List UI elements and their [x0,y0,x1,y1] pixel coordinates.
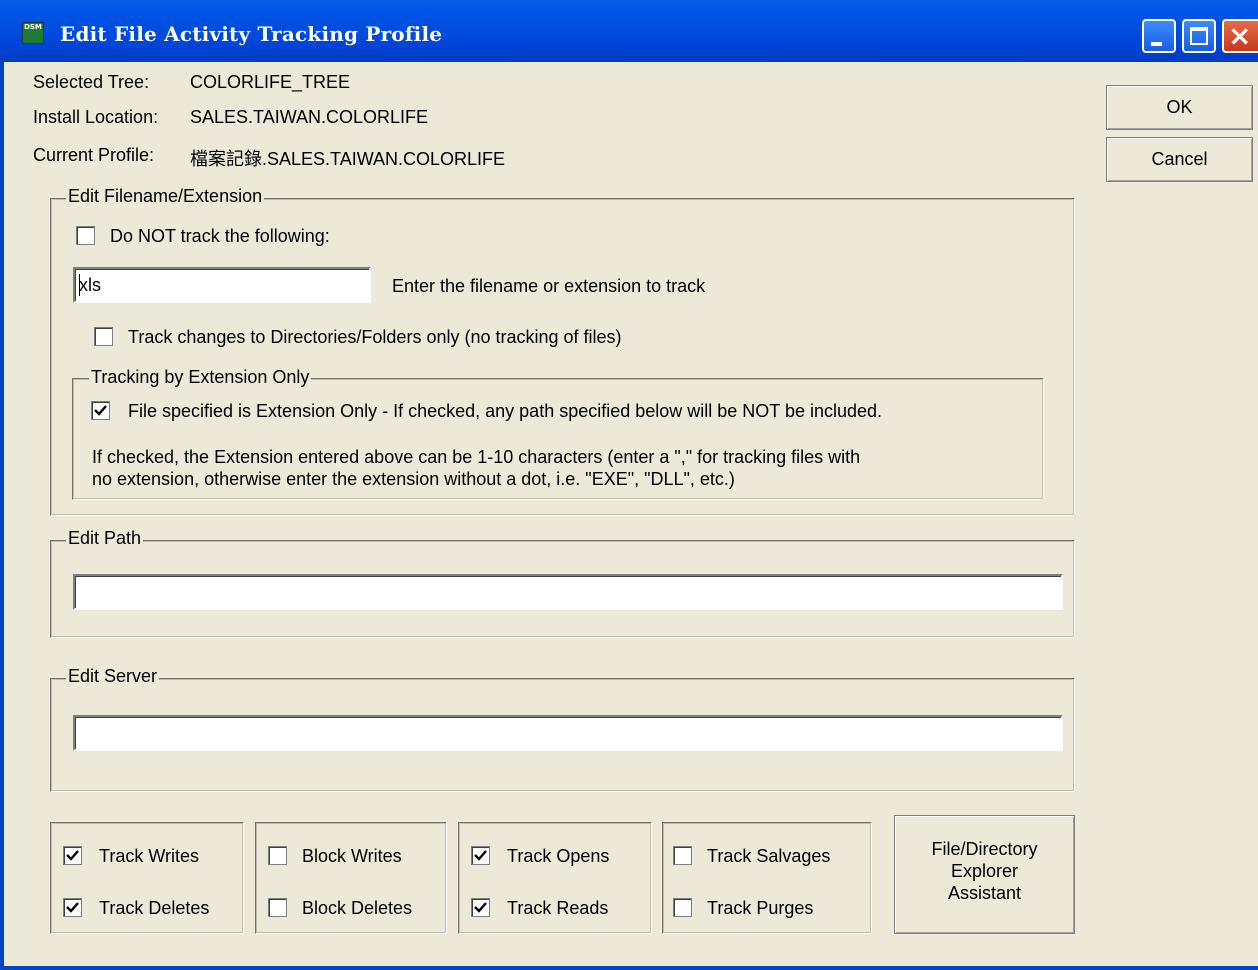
ok-button[interactable]: OK [1106,85,1253,130]
minimize-button[interactable] [1142,19,1176,53]
window-frame-left [0,62,4,970]
selected-tree-label: Selected Tree: [33,72,150,92]
server-group-title: Edit Server [66,666,160,687]
track-purges-label: Track Purges [707,898,814,918]
text-caret [79,274,80,296]
cancel-button[interactable]: Cancel [1106,137,1253,182]
path-input[interactable] [73,574,1063,610]
track-deletes-checkbox[interactable] [63,898,82,917]
track-purges-checkbox[interactable] [673,898,692,917]
explorer-assistant-line-1: File/Directory [931,839,1038,859]
extension-only-checkbox[interactable] [91,401,110,420]
checkmark-icon [474,902,487,913]
dirs-only-checkbox[interactable] [94,327,113,346]
explorer-assistant-button[interactable]: File/Directory Explorer Assistant [894,815,1075,934]
checkmark-icon [66,902,79,913]
track-salvages-label: Track Salvages [707,846,831,866]
track-opens-checkbox[interactable] [471,846,490,865]
app-icon[interactable]: DSM [22,22,44,44]
extension-note-line-2: no extension, otherwise enter the extens… [92,469,735,489]
checkmark-icon [66,850,79,861]
do-not-track-label: Do NOT track the following: [110,226,330,246]
track-reads-checkbox[interactable] [471,898,490,917]
extension-only-group-title: Tracking by Extension Only [89,367,312,388]
app-icon-text: DSM [24,23,42,31]
extension-only-label: File specified is Extension Only - If ch… [128,401,883,421]
extension-note-line-1: If checked, the Extension entered above … [92,447,861,467]
close-button[interactable]: × [1222,19,1258,53]
track-writes-label: Track Writes [99,846,200,866]
block-writes-checkbox[interactable] [268,846,287,865]
track-reads-label: Track Reads [507,898,609,918]
track-opens-label: Track Opens [507,846,610,866]
block-deletes-label: Block Deletes [302,898,413,918]
install-location-value: SALES.TAIWAN.COLORLIFE [190,107,429,127]
checkmark-icon [94,405,107,416]
track-writes-checkbox[interactable] [63,846,82,865]
minimize-icon [1151,42,1162,46]
maximize-button[interactable] [1182,19,1216,53]
selected-tree-value: COLORLIFE_TREE [190,72,351,92]
current-profile-value: 檔案記錄.SALES.TAIWAN.COLORLIFE [190,149,506,169]
window-frame-bottom [0,966,1258,970]
server-input[interactable] [73,715,1063,751]
explorer-assistant-line-2: Explorer [950,861,1019,881]
track-salvages-checkbox[interactable] [673,846,692,865]
block-writes-label: Block Writes [302,846,402,866]
checkmark-icon [474,850,487,861]
filename-input[interactable]: xls [73,267,371,303]
track-deletes-label: Track Deletes [99,898,210,918]
explorer-assistant-line-3: Assistant [947,883,1022,903]
window-title: Edit File Activity Tracking Profile [60,22,443,46]
current-profile-label: Current Profile: [33,145,155,165]
install-location-label: Install Location: [33,107,159,127]
maximize-icon [1190,27,1208,45]
path-group-title: Edit Path [66,528,144,549]
close-icon: × [1228,19,1252,52]
filename-extension-group-title: Edit Filename/Extension [66,186,265,207]
dirs-only-label: Track changes to Directories/Folders onl… [128,327,622,347]
title-bar[interactable]: DSM Edit File Activity Tracking Profile … [0,0,1258,62]
filename-input-value: xls [79,275,101,295]
do-not-track-checkbox[interactable] [76,226,95,245]
block-deletes-checkbox[interactable] [268,898,287,917]
filename-hint-label: Enter the filename or extension to track [392,276,706,296]
